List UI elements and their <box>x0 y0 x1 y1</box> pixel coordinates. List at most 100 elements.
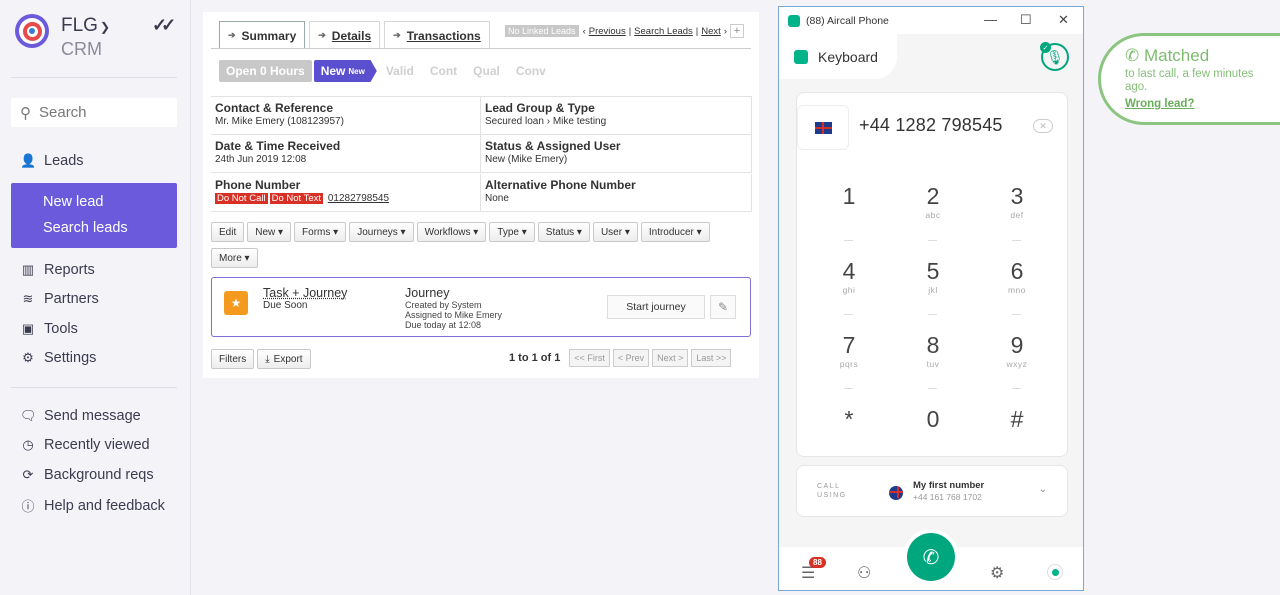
maximize-icon[interactable]: ☐ <box>1020 12 1032 28</box>
tab-transactions[interactable]: ➔ Transactions <box>384 21 490 49</box>
key-digit: 6 <box>1010 258 1024 284</box>
workflows-button[interactable]: Workflows ▾ <box>416 222 487 242</box>
stage-open[interactable]: Open 0 Hours <box>219 60 312 82</box>
matched-title: ✆ Matched <box>1125 46 1209 66</box>
forms-button[interactable]: Forms ▾ <box>294 222 347 242</box>
last-page-button[interactable]: Last >> <box>691 349 732 367</box>
stage-cont[interactable]: Cont <box>423 60 464 82</box>
stage-new[interactable]: New New <box>313 60 377 82</box>
matched-notification: ✆ Matched to last call, a few minutes ag… <box>1098 33 1280 125</box>
download-icon: ⤓ <box>265 353 270 365</box>
lead-tabs: ➔ Summary ➔ Details ➔ Transactions <box>219 21 494 49</box>
divider <box>928 388 937 389</box>
pencil-icon[interactable]: ✎ <box>710 295 736 319</box>
divider <box>1012 388 1021 389</box>
key-0[interactable]: 0 <box>903 406 963 433</box>
tab-keyboard[interactable]: Keyboard <box>779 34 897 79</box>
stage-conv[interactable]: Conv <box>509 60 553 82</box>
task-title[interactable]: Task + Journey <box>263 286 347 300</box>
status-button[interactable]: Status ▾ <box>537 222 590 242</box>
country-selector[interactable] <box>797 105 849 150</box>
close-icon[interactable]: ✕ <box>1058 12 1069 28</box>
key-1[interactable]: 1 <box>819 183 879 210</box>
leads-submenu: New lead Search leads <box>11 183 177 248</box>
field-value: Do Not Call Do Not Text 01282798545 <box>215 193 476 204</box>
lead-card: ➔ Summary ➔ Details ➔ Transactions No Linke… <box>203 12 759 378</box>
divider <box>1012 314 1021 315</box>
sidebar-item-help[interactable]: ⓘ Help and feedback <box>20 496 164 515</box>
previous-link[interactable]: Previous <box>589 26 626 37</box>
status-cell: Status & Assigned User New (Mike Emery) <box>481 135 752 173</box>
sidebar-item-settings[interactable]: ⚙ Settings <box>20 350 96 366</box>
uk-flag-icon <box>814 121 832 134</box>
call-using-selector[interactable]: CALL USING My first number +44 161 768 1… <box>796 465 1068 517</box>
user-button[interactable]: User ▾ <box>592 222 638 242</box>
clear-icon[interactable]: ✕ <box>1033 119 1053 133</box>
availability-status[interactable] <box>1047 564 1063 580</box>
introducer-button[interactable]: Introducer ▾ <box>640 222 710 242</box>
new-button[interactable]: New ▾ <box>247 222 292 242</box>
sidebar-item-partners[interactable]: ≋ Partners <box>20 291 99 307</box>
filters-button[interactable]: Filters <box>211 349 255 369</box>
export-button[interactable]: ⤓ Export <box>257 349 311 369</box>
key-hash[interactable]: # <box>987 406 1047 433</box>
field-label: Alternative Phone Number <box>485 178 636 192</box>
stage-qual[interactable]: Qual <box>466 60 507 82</box>
search-leads-link[interactable]: Search Leads <box>634 26 693 37</box>
journeys-button[interactable]: Journeys ▾ <box>349 222 414 242</box>
key-digit: 7 <box>842 332 856 358</box>
search-input[interactable]: ⚲ Search <box>11 98 177 127</box>
brand-switcher[interactable]: FLG ❯ <box>61 16 110 37</box>
key-digit: 0 <box>926 406 940 432</box>
key-6[interactable]: 6 mno <box>987 258 1047 295</box>
sidebar-item-leads[interactable]: 👤 Leads <box>20 153 84 169</box>
tab-summary[interactable]: ➔ Summary <box>219 21 306 49</box>
field-label: Status & Assigned User <box>485 139 621 153</box>
aircall-logo-icon <box>794 49 808 64</box>
person-icon[interactable]: ⚇ <box>857 563 871 583</box>
next-page-button[interactable]: Next > <box>652 349 689 367</box>
tab-details[interactable]: ➔ Details <box>309 21 381 49</box>
sidebar-item-recently-viewed[interactable]: ◷ Recently viewed <box>20 437 149 453</box>
prev-page-button[interactable]: < Prev <box>612 349 650 367</box>
alt-phone-cell: Alternative Phone Number None <box>481 174 752 212</box>
call-button[interactable]: ✆ <box>907 533 955 581</box>
microphone-icon[interactable]: 🎙 ✓ <box>1040 42 1069 71</box>
key-digit: # <box>1010 406 1024 432</box>
key-9[interactable]: 9 wxyz <box>987 332 1047 369</box>
wrong-lead-link[interactable]: Wrong lead? <box>1125 98 1194 110</box>
info-row: Date & Time Received 24th Jun 2019 12:08… <box>211 135 752 174</box>
first-page-button[interactable]: << First <box>569 349 610 367</box>
more-button[interactable]: More ▾ <box>211 248 258 268</box>
phone-number-link[interactable]: 01282798545 <box>328 193 389 204</box>
stage-valid[interactable]: Valid <box>379 60 421 82</box>
key-star[interactable]: * <box>819 406 879 433</box>
chevron-down-icon: ❯ <box>99 20 111 34</box>
search-leads-link[interactable]: Search leads <box>43 220 128 236</box>
plus-icon[interactable]: + <box>729 24 744 38</box>
sidebar-item-tools[interactable]: ▣ Tools <box>20 321 78 337</box>
edit-button[interactable]: Edit <box>211 222 245 242</box>
start-journey-button[interactable]: Start journey <box>607 295 705 319</box>
key-5[interactable]: 5 jkl <box>903 258 963 295</box>
double-check-icon[interactable]: ✓✓ <box>152 15 176 36</box>
sidebar-item-reports[interactable]: ▥ Reports <box>20 262 95 278</box>
sidebar-item-send-message[interactable]: 🗨 Send message <box>20 408 141 424</box>
type-button[interactable]: Type ▾ <box>489 222 535 242</box>
sidebar-item-background-reqs[interactable]: ⟳ Background reqs <box>20 467 154 483</box>
minimize-icon[interactable]: — <box>984 12 997 27</box>
dial-number-input[interactable]: +44 1282 798545 <box>859 115 1003 136</box>
key-8[interactable]: 8 tuv <box>903 332 963 369</box>
key-7[interactable]: 7 pqrs <box>819 332 879 369</box>
key-3[interactable]: 3 def <box>987 183 1047 220</box>
next-link[interactable]: Next <box>701 26 721 37</box>
flg-logo-icon <box>15 14 49 48</box>
sidebar-item-label: Tools <box>44 321 78 337</box>
gear-icon[interactable]: ⚙ <box>990 563 1004 583</box>
aircall-logo-icon <box>788 14 800 27</box>
key-4[interactable]: 4 ghi <box>819 258 879 295</box>
phone-icon: ✆ <box>922 546 940 569</box>
key-digit: * <box>844 406 854 432</box>
new-lead-link[interactable]: New lead <box>43 194 103 210</box>
key-2[interactable]: 2 abc <box>903 183 963 220</box>
